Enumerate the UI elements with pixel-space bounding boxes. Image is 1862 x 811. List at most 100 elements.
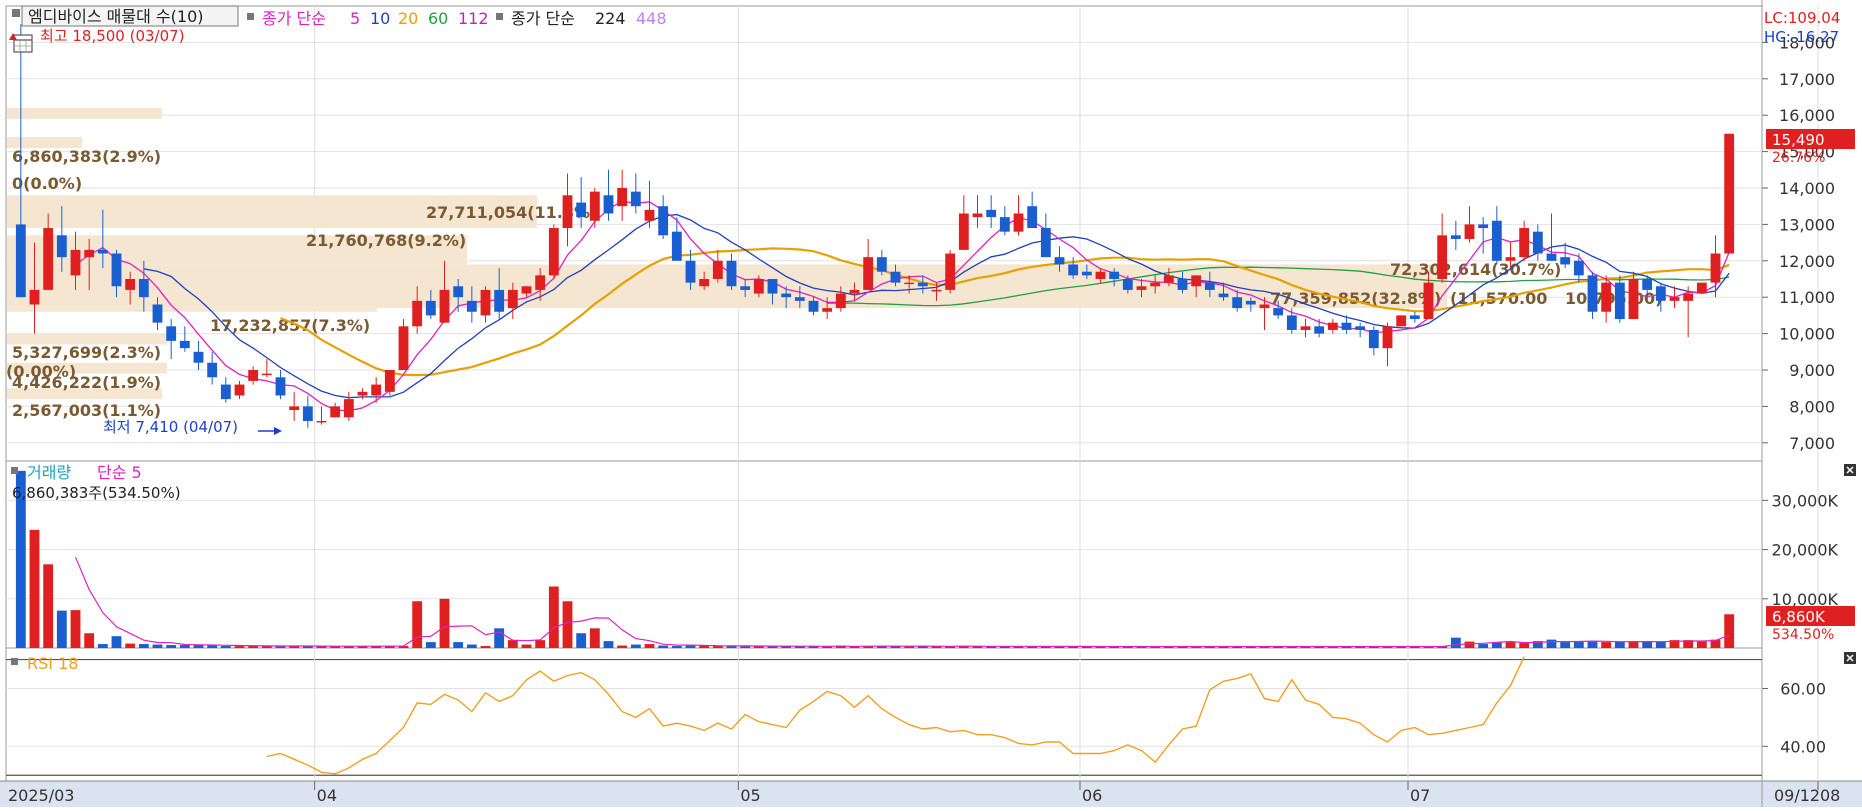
legend-square-icon (11, 467, 18, 474)
candle-body (1122, 279, 1133, 290)
chart-canvas: 6,860,383(2.9%)0(0.0%)27,711,054(11.8%)2… (0, 0, 1862, 807)
candle-body (1109, 271, 1120, 279)
volume-bar (617, 645, 628, 648)
volume-bar (1696, 641, 1707, 648)
volume-profile-band (7, 308, 377, 312)
volume-y-tick: 20,000K (1772, 541, 1839, 560)
x-axis-label: 2025/03 (8, 786, 74, 805)
candle-body (1245, 300, 1256, 305)
candle-body (1355, 326, 1366, 330)
candle-body (1683, 293, 1694, 301)
volume-bar (56, 610, 67, 648)
candle-body (1327, 322, 1338, 330)
candle-body (384, 370, 395, 392)
candle-body (1300, 326, 1311, 330)
current-volume-pct: 534.50% (1772, 627, 1834, 643)
price-y-tick: 17,000 (1779, 70, 1835, 89)
volume-bar (1601, 642, 1612, 648)
volume-bar (152, 644, 163, 648)
ma-prefix: 종가 단순 (262, 9, 326, 28)
legend-square-icon (12, 9, 20, 17)
candle-body (535, 275, 546, 290)
volume-bar (1628, 641, 1639, 648)
volume-bar (1573, 641, 1584, 648)
candle-body (1491, 220, 1502, 261)
volume-bar (70, 610, 81, 648)
candle-body (330, 406, 341, 418)
volume-bar (1655, 641, 1666, 648)
volume-bar (1560, 642, 1571, 648)
volume-bar (193, 645, 204, 648)
candle-body (1450, 235, 1461, 239)
candle-body (1601, 282, 1612, 312)
candle-body (835, 293, 846, 309)
x-axis-label: 08 (1820, 786, 1840, 805)
volume-info: 6,860,383주(534.50%) (12, 484, 181, 502)
volume-bar (671, 646, 682, 648)
volume-bar (521, 644, 532, 648)
candle-body (1013, 213, 1024, 232)
volume-bar (494, 628, 505, 648)
volume-profile-band (7, 107, 162, 119)
volume-ma-label: 단순 5 (97, 463, 142, 482)
high-marker-text: 최고 18,500 (03/07) (40, 27, 185, 45)
candle-body (999, 217, 1010, 232)
candle-body (15, 224, 26, 298)
candle-body (863, 257, 874, 290)
calendar-icon[interactable] (13, 34, 33, 53)
candle-body (275, 377, 286, 396)
candle-body (1655, 286, 1666, 301)
candle-body (466, 300, 477, 312)
candle-body (425, 300, 436, 316)
candle-body (152, 304, 163, 323)
chart-background (0, 0, 1862, 807)
candle-body (685, 260, 696, 283)
volume-profile-label: 21,760,768(9.2%) (306, 231, 466, 250)
candle-body (453, 286, 464, 298)
volume-bar (1724, 614, 1735, 648)
candle-body (1437, 235, 1448, 279)
low-marker-text: 최저 7,410 (04/07) (103, 418, 238, 436)
volume-bar (712, 646, 723, 648)
ma60-label: 60 (428, 9, 448, 28)
candle-body (480, 289, 491, 316)
candle-body (1382, 326, 1393, 349)
volume-profile-label: 17,232,857(7.3%) (210, 316, 370, 335)
volume-bar (453, 642, 464, 648)
candle-body (1177, 279, 1188, 290)
x-axis-label: 07 (1410, 786, 1430, 805)
x-axis-band (0, 781, 1862, 807)
candle-body (1669, 297, 1680, 301)
volume-bar (97, 644, 108, 648)
close-icon[interactable] (1844, 464, 1856, 476)
candle-body (220, 384, 231, 400)
candle-body (671, 231, 682, 261)
candle-body (603, 195, 614, 214)
candle-body (1409, 315, 1420, 320)
ma10-label: 10 (370, 9, 390, 28)
legend-square-icon (247, 13, 254, 20)
candle-body (1054, 257, 1065, 265)
candle-body (753, 279, 764, 294)
candle-body (261, 373, 272, 376)
candle-body (808, 300, 819, 312)
candle-body (1232, 297, 1243, 309)
candle-body (726, 260, 737, 287)
volume-bar (425, 642, 436, 648)
candle-body (740, 286, 751, 290)
candle-body (1587, 275, 1598, 312)
candle-body (97, 249, 108, 254)
candle-body (958, 213, 969, 250)
candle-body (1532, 231, 1543, 254)
candle-body (125, 279, 136, 290)
candle-body (630, 191, 641, 207)
candle-body (234, 384, 245, 396)
x-axis-label: 05 (740, 786, 760, 805)
x-axis-label: 06 (1082, 786, 1102, 805)
close-icon[interactable] (1844, 652, 1856, 664)
candle-body (890, 271, 901, 283)
volume-bar (316, 646, 327, 648)
candle-body (1505, 257, 1516, 261)
x-axis-label: 09/12 (1774, 786, 1820, 805)
volume-bar (84, 633, 95, 648)
